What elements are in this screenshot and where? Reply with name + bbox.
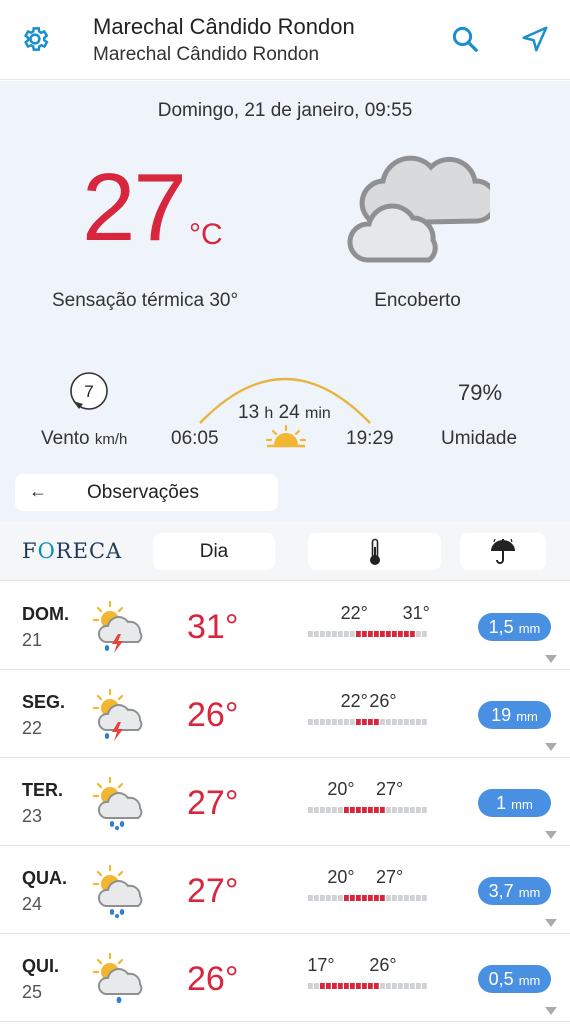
wind-label: Vento km/h	[41, 428, 127, 450]
forecast-day: DOM.	[22, 604, 69, 624]
precipitation-unit: mm	[518, 973, 541, 988]
overcast-cloud-icon	[347, 155, 490, 263]
precipitation-badge: 1,5 mm	[478, 613, 551, 641]
temperature-range-bar	[308, 895, 427, 901]
forecast-day: SEG.	[22, 692, 66, 712]
forecast-day: QUI.	[22, 956, 60, 976]
rain-showers-icon	[92, 864, 143, 918]
sunrise-time: 06:05	[171, 428, 219, 449]
forecast-max-temp: 26°	[187, 696, 239, 734]
sunset-time: 19:29	[346, 428, 394, 449]
precipitation-badge: 19 mm	[478, 701, 551, 729]
precipitation-unit: mm	[511, 797, 533, 812]
forecast-row[interactable]: QUA. 24 27° 20° 27° 3,7 mm	[0, 846, 570, 934]
precipitation-amount: 1	[496, 793, 507, 813]
humidity-label: Umidade	[441, 428, 518, 449]
observations-label: Observações	[87, 482, 199, 503]
temperature-unit: °C	[189, 218, 223, 251]
chevron-down-icon[interactable]	[545, 1007, 557, 1015]
humidity-value: 79%	[458, 380, 503, 405]
forecast-low: 20°	[327, 867, 355, 887]
day-length-minutes: 24	[278, 402, 300, 423]
forecast-row[interactable]: TER. 23 27° 20° 27° 1 mm	[0, 758, 570, 846]
forecast-max-temp: 31°	[187, 608, 239, 646]
day-length: 13 h 24 min	[238, 402, 331, 424]
search-icon[interactable]	[450, 24, 480, 54]
forecast-high: 26°	[369, 691, 397, 711]
day-length-min-label: min	[305, 405, 331, 422]
wind-label-text: Vento	[41, 428, 90, 449]
arrow-left-icon: ←	[29, 481, 47, 501]
precipitation-amount: 1,5	[488, 617, 514, 637]
chevron-down-icon[interactable]	[545, 831, 557, 839]
temperature-range-bar	[308, 631, 427, 637]
forecast-date: 25	[22, 982, 43, 1002]
forecast-low: 17°	[307, 955, 335, 975]
wind-unit: km/h	[94, 431, 128, 448]
forecast-max-temp: 26°	[187, 960, 239, 998]
forecast-row[interactable]: SEG. 22 26° 22° 26° 19 mm	[0, 670, 570, 758]
thunderstorm-icon	[92, 688, 143, 741]
day-length-h-label: h	[264, 405, 274, 422]
current-temperature: 27	[82, 154, 187, 261]
thermometer-icon	[369, 538, 380, 565]
forecast-date: 24	[22, 894, 43, 914]
rain-showers-icon	[92, 776, 143, 830]
umbrella-icon	[491, 538, 515, 564]
chevron-down-icon[interactable]	[545, 743, 557, 751]
forecast-low: 22°	[340, 603, 368, 623]
temperature-range-bar	[308, 719, 427, 725]
precipitation-unit: mm	[518, 621, 541, 636]
forecast-date: 21	[22, 630, 43, 650]
precipitation-amount: 19	[491, 705, 512, 725]
forecast-row[interactable]: QUI. 25 26° 17° 26° 0,5 mm	[0, 934, 570, 1022]
wind-direction-icon: 7	[70, 372, 108, 410]
forecast-high: 31°	[402, 603, 430, 623]
temperature-range-bar	[308, 807, 427, 813]
forecast-low: 22°	[340, 691, 368, 711]
app-bar: Marechal Cândido Rondon Marechal Cândido…	[0, 0, 570, 80]
wind-speed: 7	[84, 382, 93, 401]
forecast-max-temp: 27°	[187, 872, 239, 910]
precipitation-view-button[interactable]	[460, 533, 546, 570]
gear-icon[interactable]	[20, 24, 50, 54]
forecast-date: 23	[22, 806, 43, 826]
precipitation-unit: mm	[516, 709, 538, 724]
location-title: Marechal Cândido Rondon	[93, 14, 355, 39]
thunderstorm-icon	[92, 600, 143, 653]
precipitation-badge: 3,7 mm	[478, 877, 551, 905]
precipitation-badge: 1 mm	[478, 789, 551, 817]
sunrise-icon	[265, 425, 307, 448]
current-datetime: Domingo, 21 de janeiro, 09:55	[157, 100, 413, 121]
feels-like: Sensação térmica 30°	[52, 290, 239, 311]
forecast-high: 27°	[376, 779, 404, 799]
location-arrow-icon[interactable]	[520, 24, 550, 54]
forecast-low: 20°	[327, 779, 355, 799]
location-subtitle: Marechal Cândido Rondon	[93, 44, 320, 65]
forecast-high: 26°	[369, 955, 397, 975]
precipitation-badge: 0,5 mm	[478, 965, 551, 993]
forecast-toolbar: FORECA Dia	[0, 521, 570, 581]
temperature-view-button[interactable]	[308, 533, 441, 570]
observations-button[interactable]: ← Observações	[15, 474, 278, 511]
forecast-high: 27°	[376, 867, 404, 887]
forecast-day: TER.	[22, 780, 64, 800]
chevron-down-icon[interactable]	[545, 655, 557, 663]
light-rain-icon	[92, 952, 143, 1004]
precipitation-amount: 0,5	[488, 969, 514, 989]
forecast-row[interactable]: DOM. 21 31° 22° 31° 1,5 mm	[0, 582, 570, 670]
forecast-day: QUA.	[22, 868, 67, 888]
condition-text: Encoberto	[374, 290, 461, 311]
temperature-range-bar	[308, 983, 427, 989]
chevron-down-icon[interactable]	[545, 919, 557, 927]
day-length-hours: 13	[238, 402, 260, 423]
forecast-date: 22	[22, 718, 43, 738]
precipitation-amount: 3,7	[488, 881, 514, 901]
day-view-button[interactable]: Dia	[153, 533, 275, 570]
forecast-list: DOM. 21 31° 22° 31° 1,5 mm SEG. 22 26° 22° 26° 19 m…	[0, 582, 570, 1022]
forecast-max-temp: 27°	[187, 784, 239, 822]
foreca-logo: FORECA	[22, 539, 123, 563]
precipitation-unit: mm	[518, 885, 541, 900]
